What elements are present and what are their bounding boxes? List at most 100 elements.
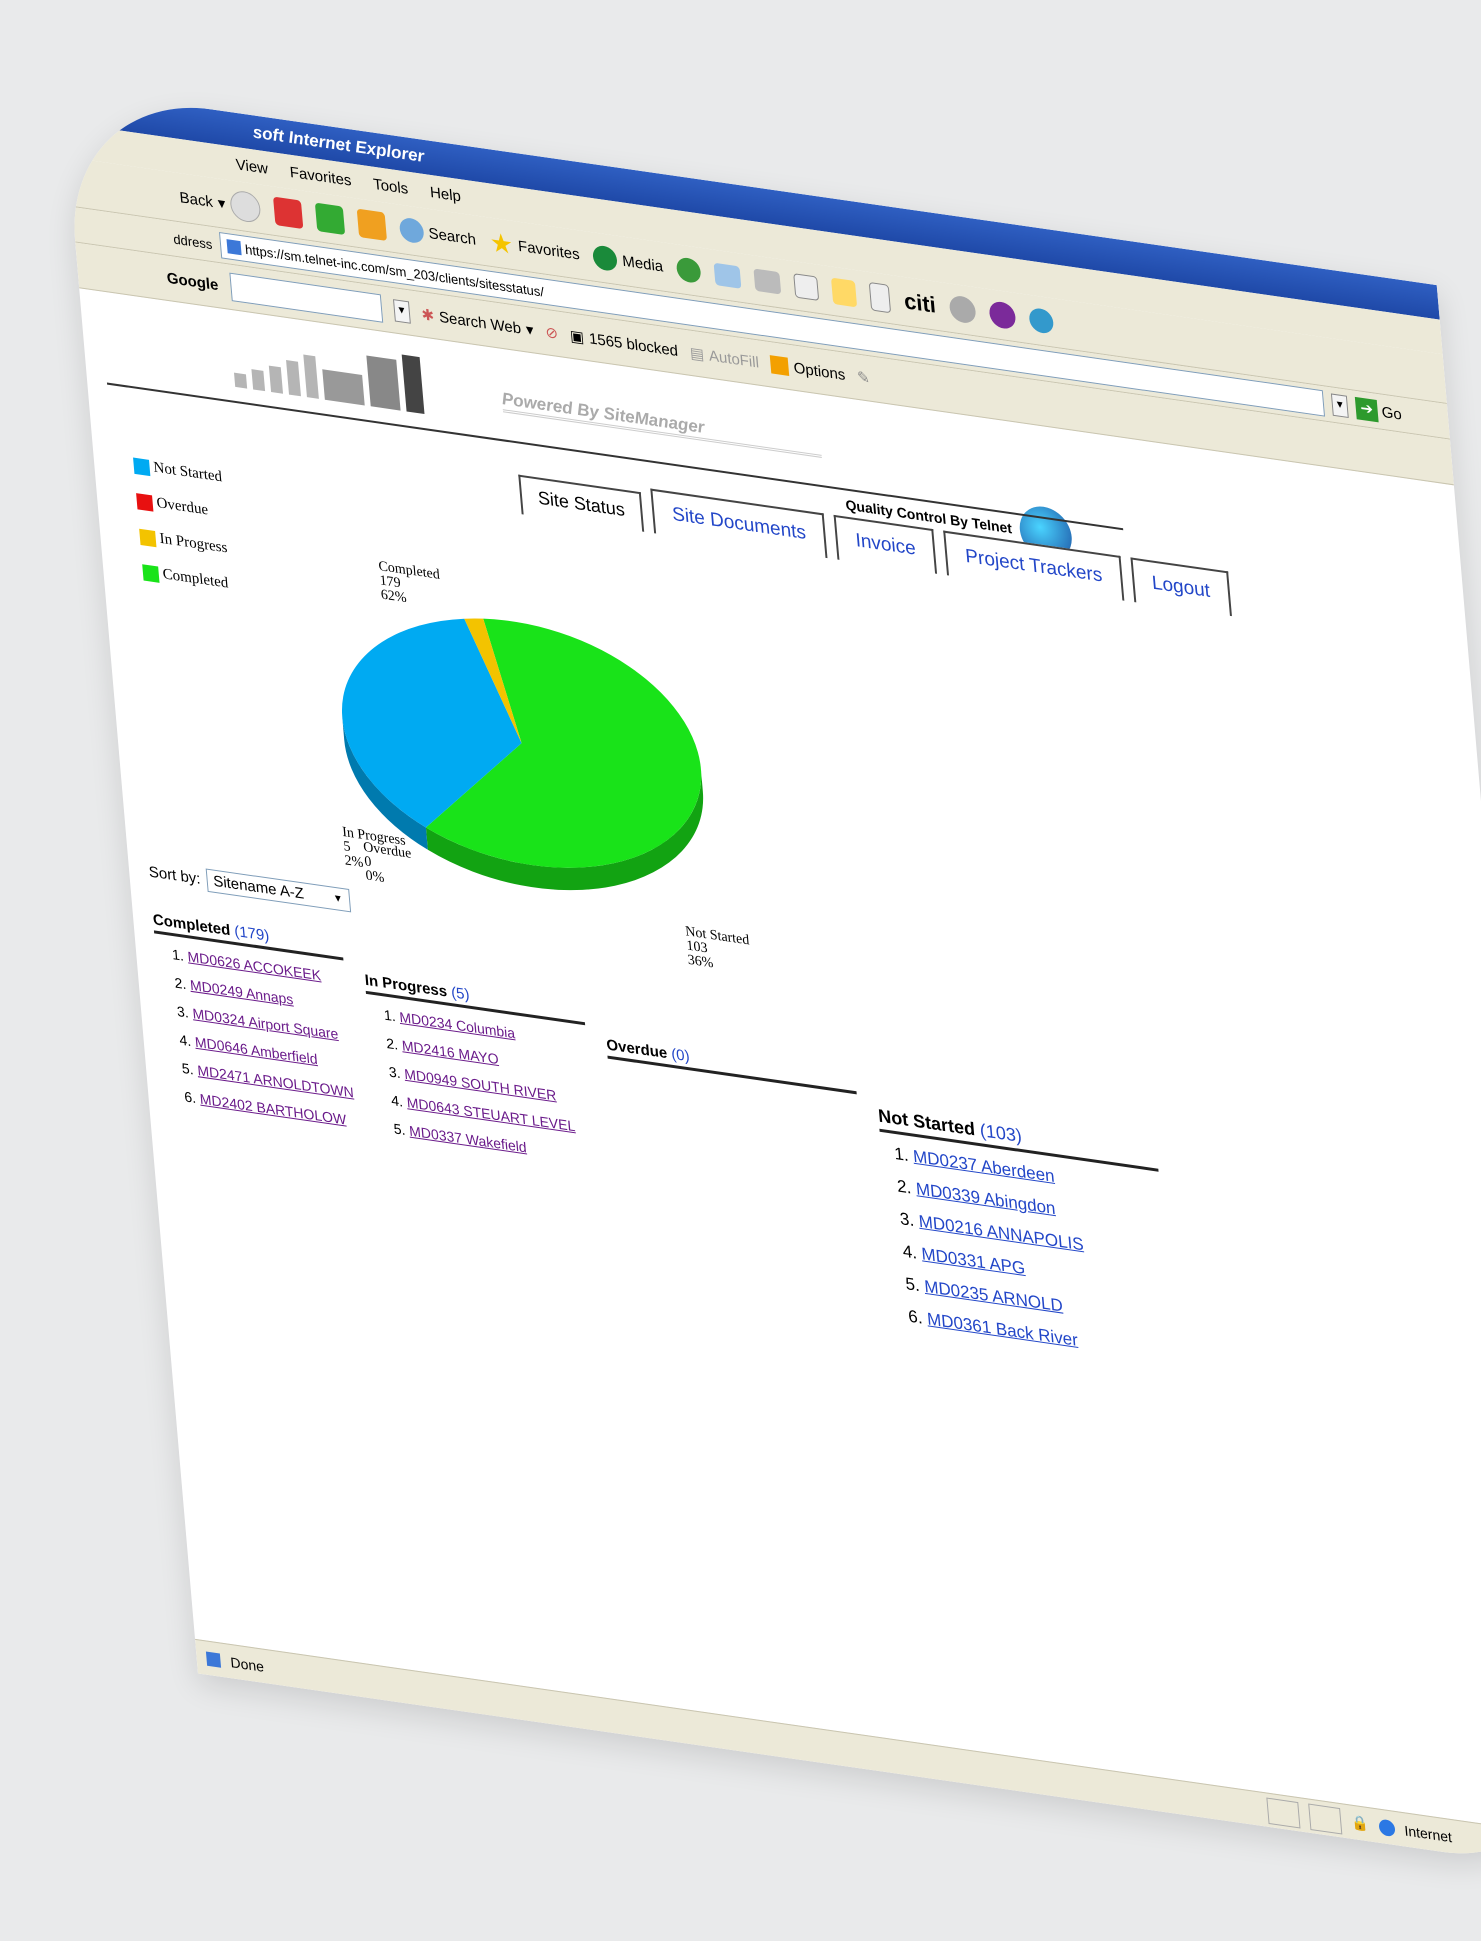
yahoo-icon[interactable] xyxy=(988,300,1017,331)
stop-icon[interactable] xyxy=(272,196,304,229)
legend-item: Not Started xyxy=(133,457,223,487)
menu-favorites[interactable]: Favorites xyxy=(289,163,352,189)
legend-swatch xyxy=(136,492,154,512)
legend-swatch xyxy=(133,457,151,476)
media-button[interactable]: Media xyxy=(592,244,664,278)
mail-icon[interactable] xyxy=(713,262,742,289)
menu-help[interactable]: Help xyxy=(429,183,461,205)
menu-view[interactable]: View xyxy=(235,155,269,177)
pie-label-not-started: Not Started 103 36% xyxy=(684,924,750,972)
search-icon xyxy=(398,216,425,245)
status-cell xyxy=(1308,1803,1343,1835)
sitemanager-logo xyxy=(230,330,425,415)
sort-value: Sitename A-Z xyxy=(212,872,305,903)
site-link[interactable]: MD2416 MAYO xyxy=(401,1037,499,1067)
ie-page-icon xyxy=(205,1650,222,1668)
page-icon xyxy=(226,239,242,256)
legend-item: In Progress xyxy=(139,528,229,558)
internet-globe-icon xyxy=(1377,1818,1396,1837)
search-button[interactable]: Search xyxy=(398,216,477,252)
completed-title: Completed xyxy=(152,911,231,940)
refresh-icon[interactable] xyxy=(314,202,346,235)
citi-icon[interactable]: citi xyxy=(903,288,937,319)
search-web-label: Search Web xyxy=(438,308,522,338)
star-icon: ★ xyxy=(488,225,515,260)
media-label: Media xyxy=(621,252,664,276)
sort-select[interactable]: Sitename A-Z ▼ xyxy=(205,868,351,913)
autofill-button[interactable]: ▤ AutoFill xyxy=(689,344,760,372)
legend-label: Completed xyxy=(162,566,230,592)
address-dropdown-icon[interactable]: ▼ xyxy=(1330,393,1349,419)
search-label: Search xyxy=(427,224,477,249)
legend-swatch xyxy=(139,528,157,547)
pencil-icon[interactable]: ✎ xyxy=(856,368,870,388)
site-link[interactable]: MD0331 APG xyxy=(921,1244,1026,1278)
in-progress-count: (5) xyxy=(450,983,471,1004)
popup-icon: ▣ xyxy=(569,327,585,347)
legend-label: Overdue xyxy=(155,494,209,519)
site-link[interactable]: MD0235 ARNOLD xyxy=(924,1277,1064,1316)
pagerank-icon[interactable]: ⊘ xyxy=(545,323,559,343)
site-link[interactable]: MD0337 Wakefield xyxy=(409,1122,528,1155)
sort-control: Sort by: Sitename A-Z ▼ xyxy=(148,860,351,913)
back-label: Back xyxy=(178,188,214,211)
overdue-title: Overdue xyxy=(605,1036,668,1063)
legend-label: Not Started xyxy=(152,459,223,486)
tab-site-documents[interactable]: Site Documents xyxy=(650,488,828,559)
menu-tools[interactable]: Tools xyxy=(372,175,408,197)
status-cell xyxy=(1266,1797,1301,1829)
search-web-button[interactable]: ✱ Search Web ▾ xyxy=(420,305,534,339)
site-link[interactable]: MD0646 Amberfield xyxy=(194,1033,318,1067)
chart-legend: Not Started Overdue In Progress Complete… xyxy=(133,457,234,612)
google-label[interactable]: Google xyxy=(166,269,219,294)
not-started-count: (103) xyxy=(979,1119,1023,1147)
google-search-icon: ✱ xyxy=(420,306,435,326)
legend-swatch xyxy=(142,563,160,583)
edit-icon[interactable] xyxy=(793,273,820,302)
google-dropdown-icon[interactable]: ▼ xyxy=(392,299,411,324)
home-icon[interactable] xyxy=(356,208,387,241)
media-icon xyxy=(592,244,619,273)
not-started-column: Not Started (103) MD0237 Aberdeen MD0339… xyxy=(877,1105,1176,1377)
autofill-icon: ▤ xyxy=(689,344,705,364)
back-button[interactable]: Back ▾ xyxy=(178,182,262,225)
go-arrow-icon: ➔ xyxy=(1354,396,1379,423)
in-progress-list: MD0234 Columbia MD2416 MAYO MD0949 SOUTH… xyxy=(367,1004,597,1166)
favorites-label: Favorites xyxy=(517,237,581,264)
msn-icon[interactable] xyxy=(1028,306,1055,335)
status-done: Done xyxy=(229,1653,265,1675)
sort-dropdown-icon: ▼ xyxy=(332,892,344,906)
options-icon xyxy=(770,355,790,377)
overdue-heading: Overdue (0) xyxy=(605,1036,857,1095)
tab-site-status[interactable]: Site Status xyxy=(518,474,645,532)
overdue-count: (0) xyxy=(670,1045,691,1066)
go-label: Go xyxy=(1380,403,1403,424)
popup-blocker-button[interactable]: ▣ 1565 blocked xyxy=(569,326,679,360)
site-link[interactable]: MD0249 Annaps xyxy=(189,977,294,1008)
in-progress-column: In Progress (5) MD0234 Columbia MD2416 M… xyxy=(364,971,598,1178)
not-started-title: Not Started xyxy=(877,1105,976,1140)
back-arrow-icon xyxy=(228,189,262,225)
completed-count: (179) xyxy=(233,922,271,945)
tab-logout[interactable]: Logout xyxy=(1130,557,1232,617)
go-button[interactable]: ➔ Go xyxy=(1354,396,1403,426)
legend-item: Completed xyxy=(142,563,232,593)
history-icon[interactable] xyxy=(675,256,702,285)
options-button[interactable]: Options xyxy=(770,355,846,384)
messenger-icon[interactable] xyxy=(948,294,977,325)
status-zone: Internet xyxy=(1403,1821,1453,1845)
browser-window: soft Internet Explorer View Favorites To… xyxy=(62,88,1481,1871)
print-icon[interactable] xyxy=(753,268,782,295)
site-link[interactable]: MD0339 Abingdon xyxy=(915,1179,1056,1218)
address-label: ddress xyxy=(172,230,213,252)
blocked-label: 1565 blocked xyxy=(588,329,679,360)
legend-item: Overdue xyxy=(136,492,226,522)
options-label: Options xyxy=(792,358,846,384)
pie-label-overdue: Overdue 0 0% xyxy=(362,839,412,887)
overdue-column: Overdue (0) xyxy=(605,1036,857,1095)
sort-label: Sort by: xyxy=(148,863,202,888)
phone-icon[interactable] xyxy=(869,282,892,314)
site-link[interactable]: MD0234 Columbia xyxy=(399,1009,516,1042)
note-icon[interactable] xyxy=(831,277,858,308)
favorites-button[interactable]: ★ Favorites xyxy=(488,226,580,270)
